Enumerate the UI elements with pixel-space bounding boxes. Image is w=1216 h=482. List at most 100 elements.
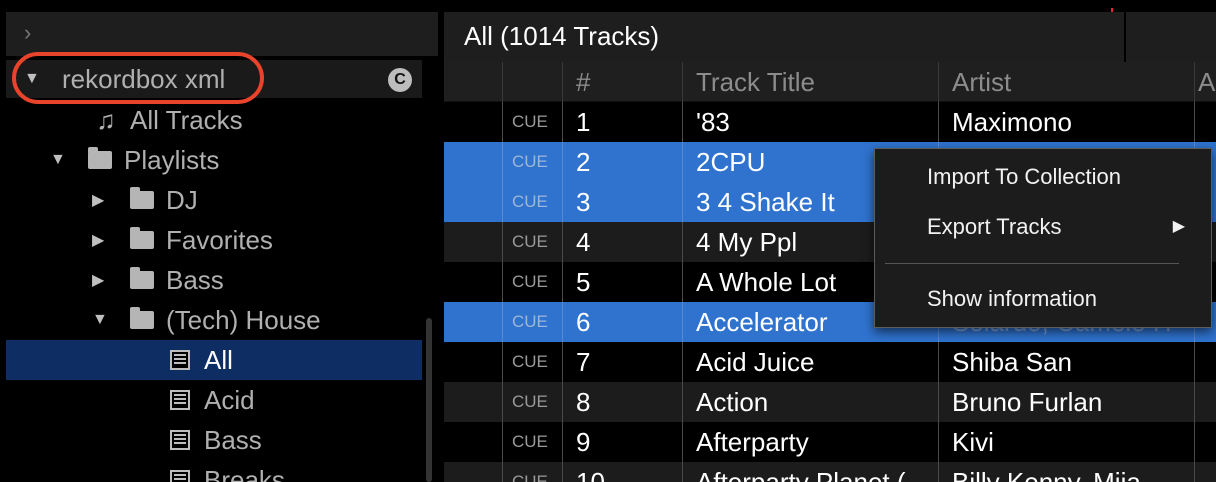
folder-icon xyxy=(80,147,120,169)
track-title: Afterparty xyxy=(696,427,809,457)
table-row[interactable]: CUE 7 Acid Juice Shiba San xyxy=(444,342,1216,382)
track-number: 6 xyxy=(576,307,591,337)
track-artist: Shiba San xyxy=(952,347,1072,377)
table-row[interactable]: CUE 8 Action Bruno Furlan xyxy=(444,382,1216,422)
tree-item-label: Bass xyxy=(166,264,224,295)
table-row[interactable]: CUE 10 Afterparty Planet ( Billy Kenny, Mij… xyxy=(444,462,1216,482)
column-divider xyxy=(502,262,503,302)
tree-item-bass-folder[interactable]: ▶ Bass xyxy=(92,260,224,300)
tree-item-label: Playlists xyxy=(124,144,220,175)
cue-indicator: CUE xyxy=(512,272,548,291)
track-title: Action xyxy=(696,387,769,417)
column-divider xyxy=(502,142,503,182)
cue-indicator: CUE xyxy=(512,352,548,371)
track-list-title: All (1014 Tracks) xyxy=(464,21,660,51)
menu-item-import-to-collection[interactable]: Import To Collection xyxy=(875,155,1211,199)
tree-item-rekordbox-xml[interactable]: ▼ rekordbox xml xyxy=(24,59,225,99)
table-row[interactable]: CUE 9 Afterparty Kivi xyxy=(444,422,1216,462)
column-divider xyxy=(502,182,503,222)
track-artist: Maximono xyxy=(952,107,1072,137)
column-header-next[interactable]: A xyxy=(1194,62,1216,102)
column-divider xyxy=(502,342,503,382)
submenu-arrow-icon: ▶ xyxy=(1172,218,1185,235)
tree-item-breaks[interactable]: Breaks xyxy=(160,460,285,482)
expand-down-icon[interactable]: ▼ xyxy=(24,70,54,88)
expand-down-icon[interactable]: ▼ xyxy=(92,311,122,329)
expand-down-icon[interactable]: ▼ xyxy=(50,151,80,169)
cue-indicator: CUE xyxy=(512,432,548,451)
column-header-number[interactable]: # xyxy=(562,62,682,102)
cue-indicator: CUE xyxy=(512,192,548,211)
playlist-icon xyxy=(160,390,200,410)
tree-item-all-tracks[interactable]: ♫ All Tracks xyxy=(86,100,243,140)
table-row[interactable]: CUE 1 '83 Maximono xyxy=(444,102,1216,142)
music-note-icon: ♫ xyxy=(96,104,116,135)
title-divider xyxy=(1124,12,1126,62)
tree-item-label: rekordbox xml xyxy=(62,63,226,94)
context-menu: Import To Collection Export Tracks ▶ Sho… xyxy=(874,148,1212,328)
tree-item-acid[interactable]: Acid xyxy=(160,380,255,420)
expand-right-icon[interactable]: ▶ xyxy=(92,190,122,210)
column-divider xyxy=(1194,462,1195,482)
tree-item-label: All Tracks xyxy=(130,104,243,135)
menu-item-label: Show information xyxy=(927,286,1097,311)
column-divider xyxy=(502,222,503,262)
refresh-icon[interactable]: C xyxy=(388,68,412,92)
table-header: # Track Title Artist A xyxy=(444,62,1216,102)
folder-icon xyxy=(122,307,162,329)
tree-item-playlists[interactable]: ▼ Playlists xyxy=(50,140,219,180)
cue-indicator: CUE xyxy=(512,472,548,482)
track-number: 1 xyxy=(576,107,591,137)
cue-indicator: CUE xyxy=(512,232,548,251)
track-number: 4 xyxy=(576,227,591,257)
playlist-icon xyxy=(160,350,200,370)
track-number: 8 xyxy=(576,387,591,417)
column-divider xyxy=(1194,102,1195,142)
playlist-icon xyxy=(160,470,200,482)
folder-icon xyxy=(122,227,162,249)
tree-item-label: Breaks xyxy=(204,464,285,482)
tree-item-bass-playlist[interactable]: Bass xyxy=(160,420,262,460)
cue-indicator: CUE xyxy=(512,152,548,171)
playlist-icon xyxy=(160,430,200,450)
column-divider xyxy=(1194,342,1195,382)
menu-item-show-information[interactable]: Show information xyxy=(875,277,1211,321)
folder-icon xyxy=(122,187,162,209)
tree-item-tech-house[interactable]: ▼ (Tech) House xyxy=(92,300,321,340)
track-number: 10 xyxy=(576,467,605,482)
track-number: 2 xyxy=(576,147,591,177)
track-artist: Billy Kenny, Mija xyxy=(952,467,1141,482)
column-divider xyxy=(1194,382,1195,422)
tree-item-label: Acid xyxy=(204,384,255,415)
folder-icon xyxy=(122,267,162,289)
column-divider xyxy=(502,62,503,102)
tree-item-all-playlist[interactable]: All xyxy=(160,340,233,380)
tree-item-label: All xyxy=(204,344,233,375)
cue-indicator: CUE xyxy=(512,392,548,411)
tree-item-favorites[interactable]: ▶ Favorites xyxy=(92,220,273,260)
track-number: 7 xyxy=(576,347,591,377)
tree-item-dj[interactable]: ▶ DJ xyxy=(92,180,198,220)
menu-item-label: Import To Collection xyxy=(927,164,1122,189)
track-list-title-bar: All (1014 Tracks) xyxy=(444,12,1216,62)
expand-right-icon[interactable]: ▶ xyxy=(92,230,122,250)
track-title: '83 xyxy=(696,107,730,137)
sidebar: › ▼ rekordbox xml C ♫ All Tracks ▼ Playl… xyxy=(0,0,440,482)
sidebar-collapse-bar[interactable]: › xyxy=(6,12,438,56)
tree-item-label: Favorites xyxy=(166,224,273,255)
track-number: 5 xyxy=(576,267,591,297)
track-number: 9 xyxy=(576,427,591,457)
track-title: Afterparty Planet ( xyxy=(696,467,906,482)
column-divider xyxy=(502,382,503,422)
track-title: Acid Juice xyxy=(696,347,815,377)
chevron-right-icon[interactable]: › xyxy=(24,22,31,44)
expand-right-icon[interactable]: ▶ xyxy=(92,270,122,290)
column-divider xyxy=(502,302,503,342)
tree-item-label: DJ xyxy=(166,184,198,215)
sidebar-scrollbar[interactable] xyxy=(426,318,432,482)
menu-item-export-tracks[interactable]: Export Tracks ▶ xyxy=(875,205,1211,249)
column-header-artist[interactable]: Artist xyxy=(938,62,1194,102)
column-header-track-title[interactable]: Track Title xyxy=(682,62,938,102)
column-divider xyxy=(502,102,503,142)
track-number: 3 xyxy=(576,187,591,217)
